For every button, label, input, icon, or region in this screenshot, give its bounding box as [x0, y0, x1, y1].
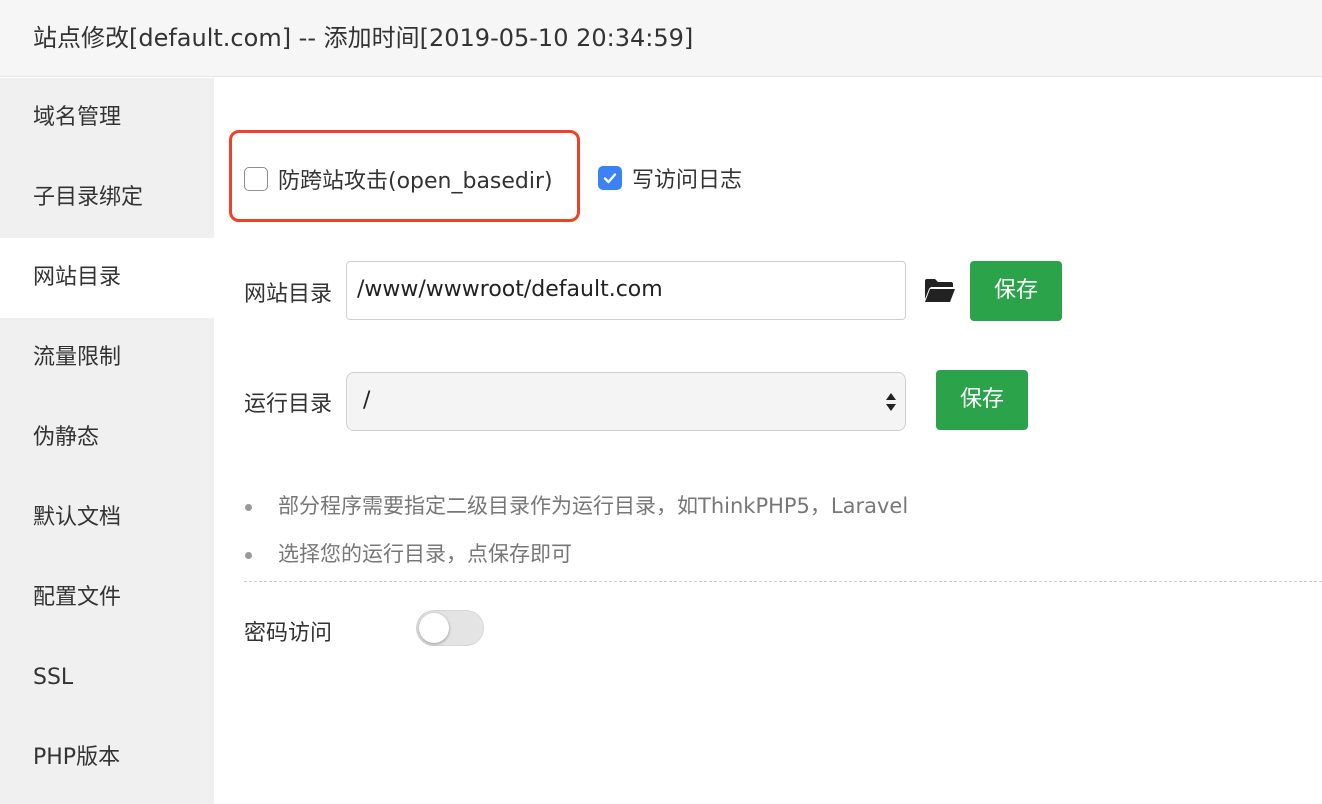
anti-xss-checkbox[interactable] — [244, 167, 268, 191]
anti-xss-option[interactable]: 防跨站攻击(open_basedir) — [244, 163, 553, 195]
write-log-checkbox[interactable] — [598, 166, 622, 190]
save-site-dir-button[interactable]: 保存 — [970, 261, 1062, 321]
window-title: 站点修改[default.com] -- 添加时间[2019-05-10 20:… — [0, 0, 1322, 77]
folder-open-icon[interactable] — [924, 278, 956, 304]
tip-item: 部分程序需要指定二级目录作为运行目录，如ThinkPHP5，Laravel — [244, 486, 908, 534]
sidebar-item-php-version[interactable]: PHP版本 — [0, 718, 214, 798]
sidebar: 域名管理 子目录绑定 网站目录 流量限制 伪静态 默认文档 配置文件 SSL P… — [0, 78, 214, 804]
run-dir-label: 运行目录 — [244, 392, 333, 417]
tips-list: 部分程序需要指定二级目录作为运行目录，如ThinkPHP5，Laravel 选择… — [244, 486, 908, 582]
divider — [244, 581, 1322, 582]
sidebar-item-ssl[interactable]: SSL — [0, 638, 214, 718]
write-log-label: 写访问日志 — [632, 168, 743, 193]
main-panel: 防跨站攻击(open_basedir) 写访问日志 网站目录 /www/wwwr… — [214, 78, 1322, 804]
password-access-toggle[interactable] — [416, 610, 484, 646]
sidebar-item-subdir-binding[interactable]: 子目录绑定 — [0, 158, 214, 238]
write-log-option[interactable]: 写访问日志 — [598, 162, 742, 194]
sidebar-item-domain[interactable]: 域名管理 — [0, 78, 214, 158]
sidebar-item-config-file[interactable]: 配置文件 — [0, 558, 214, 638]
save-run-dir-button[interactable]: 保存 — [936, 370, 1028, 430]
checkmark-icon — [603, 173, 617, 184]
run-dir-select[interactable]: / — [346, 372, 906, 431]
sidebar-item-traffic-limit[interactable]: 流量限制 — [0, 318, 214, 398]
password-access-label: 密码访问 — [244, 621, 333, 646]
sidebar-item-rewrite[interactable]: 伪静态 — [0, 398, 214, 478]
tip-item: 选择您的运行目录，点保存即可 — [244, 534, 908, 582]
select-arrows-icon — [886, 393, 896, 411]
site-dir-label: 网站目录 — [244, 282, 333, 307]
site-dir-input[interactable]: /www/wwwroot/default.com — [346, 261, 906, 320]
anti-xss-label: 防跨站攻击(open_basedir) — [278, 169, 553, 194]
sidebar-item-default-doc[interactable]: 默认文档 — [0, 478, 214, 558]
toggle-knob — [419, 613, 449, 643]
sidebar-item-site-directory[interactable]: 网站目录 — [0, 238, 214, 318]
run-dir-selected-value: / — [363, 388, 371, 413]
